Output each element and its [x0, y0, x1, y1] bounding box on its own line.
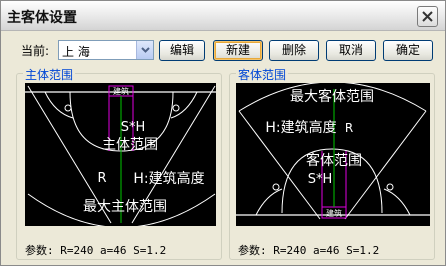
guest-left-curve [255, 188, 283, 216]
guest-building-label: 建筑 [326, 208, 342, 218]
guest-r-label: R [345, 121, 353, 135]
host-height-label: H:建筑高度 [133, 170, 204, 187]
host-range-diagram: 建筑 S*H 主体范围 R H:建筑高度 最大主体范围 [25, 85, 216, 228]
guest-range-canvas: 最大客体范围 H:建筑高度 R 客体范围 S*H 建筑 [236, 81, 430, 226]
host-left-marker-icon [64, 104, 72, 112]
guest-max-range-label: 最大客体范围 [290, 88, 374, 105]
guest-range-label: 客体范围 [306, 152, 362, 169]
guest-range-diagram: 最大客体范围 H:建筑高度 R 客体范围 S*H 建筑 [236, 81, 430, 220]
location-select[interactable]: 上 海 [58, 40, 154, 60]
guest-params-text: 参数: R=240 a=46 S=1.2 [238, 244, 380, 257]
guest-left-marker-icon [272, 183, 280, 191]
close-icon [422, 11, 433, 22]
title-bar[interactable]: 主客体设置 [1, 1, 445, 31]
chevron-down-icon [140, 47, 150, 53]
host-right-marker-icon [172, 104, 180, 112]
host-building-label: 建筑 [113, 86, 129, 96]
guest-range-title: 客体范围 [236, 66, 289, 83]
location-select-value: 上 海 [62, 45, 90, 59]
host-range-canvas: 建筑 S*H 主体范围 R H:建筑高度 最大主体范围 [25, 83, 216, 228]
cancel-button[interactable]: 取消 [326, 40, 376, 61]
host-range-title: 主体范围 [23, 66, 76, 83]
guest-right-curve [383, 188, 411, 216]
current-label: 当前: [21, 44, 50, 58]
host-sh-label: S*H [121, 120, 146, 135]
guest-sh-label: S*H [308, 172, 333, 187]
guest-right-marker-icon [386, 183, 394, 191]
dropdown-button[interactable] [136, 41, 153, 59]
host-range-group: 主体范围 建筑 S*H 主体范围 R H:建筑高度 最大主体范围 参数: R=2… [16, 66, 222, 260]
guest-height-label: H:建筑高度 [265, 119, 336, 136]
edit-button[interactable]: 编辑 [159, 40, 205, 61]
host-range-label: 主体范围 [102, 136, 158, 153]
guest-range-group: 客体范围 最大客体范围 H:建筑高度 R 客体范围 S*H 建筑 参数: R=2… [229, 66, 435, 260]
close-button[interactable] [417, 6, 438, 27]
host-max-range-label: 最大主体范围 [83, 198, 167, 215]
delete-button[interactable]: 删除 [269, 40, 319, 61]
ok-button[interactable]: 确定 [383, 40, 433, 61]
new-button[interactable]: 新建 [213, 40, 263, 61]
host-params-text: 参数: R=240 a=46 S=1.2 [25, 244, 167, 257]
host-r-label: R [97, 171, 106, 186]
dialog-window: 主客体设置 当前: 上 海 编辑 新建 删除 取消 确定 主体范围 建筑 S*H… [0, 0, 446, 266]
window-title: 主客体设置 [7, 10, 77, 26]
